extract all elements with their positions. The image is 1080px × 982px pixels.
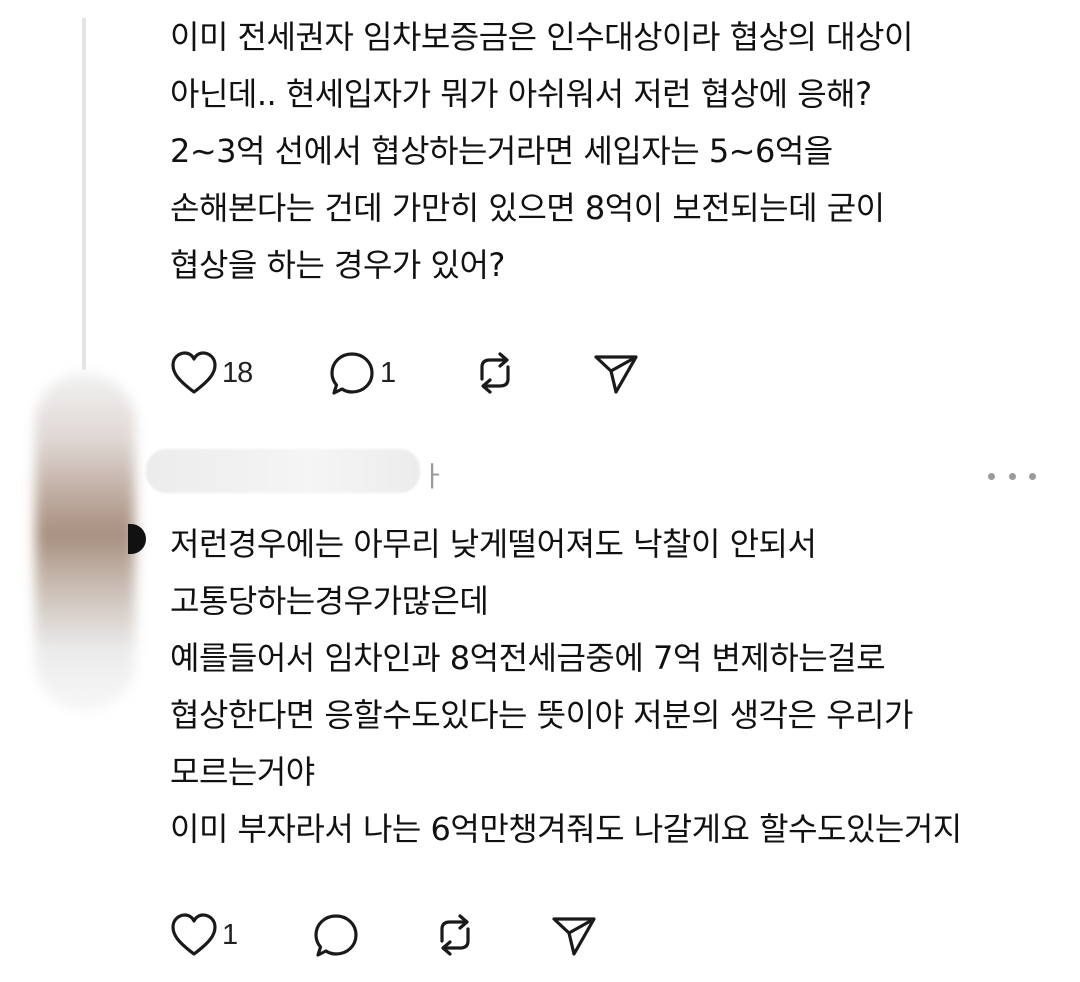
send-icon: [548, 911, 600, 959]
reply-count: 1: [380, 356, 396, 389]
reply-text-line: 예를들어서 임차인과 8억전세금중에 7억 변제하는걸로: [170, 639, 886, 677]
repost-button[interactable]: [470, 347, 520, 399]
reply-text-line: 모르는거야: [170, 753, 315, 791]
reply-text-1: 이미 전세권자 임차보증금은 인수대상이라 협상의 대상이 아닌데.. 현세입자…: [170, 9, 913, 294]
reply-text-2: 저런경우에는 아무리 낮게떨어져도 낙찰이 안되서 고통당하는경우가많은데 예를…: [170, 516, 962, 858]
send-icon: [590, 349, 642, 397]
reply-text-line: 고통당하는경우가많은데: [170, 582, 489, 620]
more-dots-icon: [988, 472, 995, 480]
reply-text-line: 2~3억 선에서 협상하는거라면 세입자는 5~6억을: [170, 132, 833, 170]
reply-text-line: 저런경우에는 아무리 낮게떨어져도 낙찰이 안되서: [170, 525, 817, 563]
reply-text-line: 이미 부자라서 나는 6억만챙겨줘도 나갈게요 할수도있는거지: [170, 810, 962, 848]
reply-text-line: 협상한다면 응할수도있다는 뜻이야 저분의 생각은 우리가: [170, 696, 913, 734]
repost-icon: [470, 349, 520, 397]
share-button[interactable]: [590, 347, 642, 399]
username-tail: ㅏ: [420, 460, 446, 493]
share-button[interactable]: [548, 909, 600, 961]
like-button[interactable]: 1: [168, 909, 238, 961]
more-options-button[interactable]: [988, 462, 1036, 490]
reply-button[interactable]: [312, 909, 362, 961]
speech-bubble-icon: [328, 349, 378, 397]
speech-bubble-icon: [312, 911, 362, 959]
heart-icon: [168, 911, 220, 959]
avatar[interactable]: [35, 373, 135, 711]
repost-button[interactable]: [430, 909, 480, 961]
more-dots-icon: [1029, 472, 1036, 480]
like-count: 18: [222, 356, 253, 389]
like-count: 1: [222, 918, 238, 951]
reply-button[interactable]: 1: [328, 347, 396, 399]
reply-text-line: 이미 전세권자 임차보증금은 인수대상이라 협상의 대상이: [170, 18, 913, 56]
like-button[interactable]: 18: [168, 347, 253, 399]
username[interactable]: [146, 449, 420, 493]
more-dots-icon: [1008, 472, 1016, 480]
reply-text-line: 협상을 하는 경우가 있어?: [170, 246, 505, 284]
avatar-badge: [128, 524, 146, 554]
thread-line: [82, 18, 86, 370]
repost-icon: [430, 911, 480, 959]
heart-icon: [168, 349, 220, 397]
reply-text-line: 손해본다는 건데 가만히 있으면 8억이 보전되는데 굳이: [170, 189, 885, 227]
reply-text-line: 아닌데.. 현세입자가 뭐가 아쉬워서 저런 협상에 응해?: [170, 75, 872, 113]
